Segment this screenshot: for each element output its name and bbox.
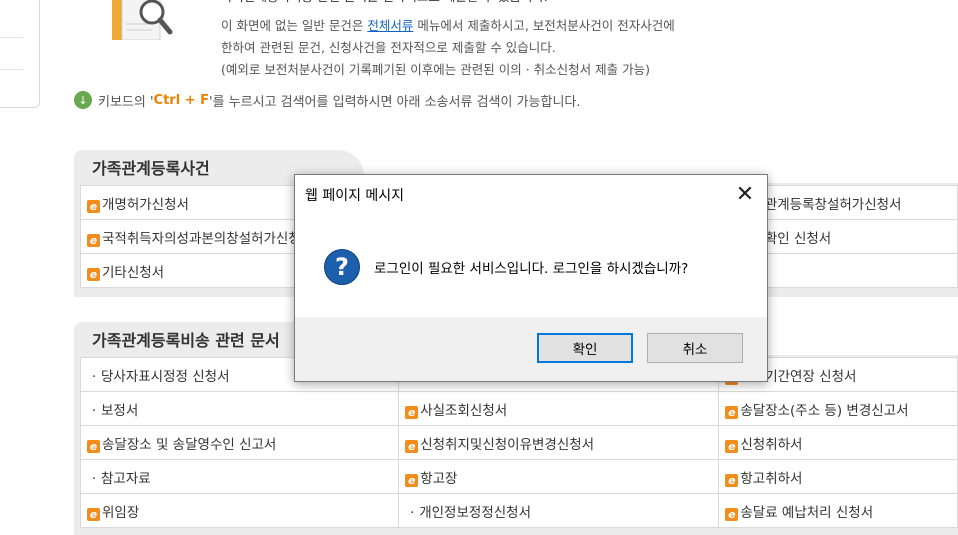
hint-key: Ctrl + F xyxy=(153,92,209,108)
dialog-title: 웹 페이지 메시지 xyxy=(305,188,405,204)
form-link[interactable]: 신청취하서 xyxy=(740,437,802,453)
section-family-registration-title: 가족관계등록사건 xyxy=(92,159,210,178)
form-link[interactable]: 개인정보정정신청서 xyxy=(419,505,531,521)
bullet-icon: · xyxy=(410,504,415,521)
form-link[interactable]: 참고자료 xyxy=(101,471,151,487)
table-row: · 보정서 e 사실조회신청서 e 송달장소(주소 등) 변경신고서 xyxy=(79,391,958,426)
form-cell[interactable]: · 보정서 xyxy=(79,391,400,426)
side-panel xyxy=(0,0,40,108)
table-row: e 송달장소 및 송달영수인 신고서 e 신청취지및신청이유변경신청서 e 신청취하서 xyxy=(79,425,958,460)
form-link[interactable]: 항고장 xyxy=(420,471,457,487)
form-link[interactable]: 보정서 xyxy=(101,403,138,419)
form-icon: e xyxy=(87,439,100,453)
form-link[interactable]: 사실조회신청서 xyxy=(420,403,507,419)
form-cell[interactable]: · 참고자료 xyxy=(79,459,400,494)
form-link[interactable]: 국적취득자의성과본의창설허가신청서 xyxy=(102,231,313,247)
form-icon: e xyxy=(405,405,419,419)
notice-line-2: 한하여 관련된 문건, 신청사건을 전자적으로 제출할 수 있습니다. xyxy=(221,40,556,55)
nonlitigation-table: ·당사자표시정정 신청서e보정기간연장 신청서·보정서e사실조회신청서e송달장소… xyxy=(79,357,958,528)
form-cell[interactable]: e 항고장 xyxy=(398,459,720,494)
hint-before: 키보드의 ' xyxy=(98,94,154,110)
form-cell[interactable]: e 송달장소(주소 등) 변경신고서 xyxy=(718,391,958,426)
form-link[interactable]: 송달장소 및 송달영수인 신고서 xyxy=(102,437,276,453)
hint-after: '를 누르시고 검색어를 입력하시면 아래 소송서류 검색이 가능합니다. xyxy=(209,94,581,110)
section-nonlitigation-title: 가족관계등록비송 관련 문서 xyxy=(92,331,280,350)
form-link[interactable]: 기타신청서 xyxy=(102,265,164,281)
bullet-icon: · xyxy=(91,402,97,419)
notice-line-1: 이 화면에 없는 일반 문건은 전체서류 메뉴에서 제출하시고, 보전처분사건이… xyxy=(221,15,675,37)
form-cell[interactable]: e 신청취지및신청이유변경신청서 xyxy=(398,425,720,460)
confirm-button[interactable]: 확인 xyxy=(537,333,633,363)
form-icon: e xyxy=(405,473,419,487)
all-documents-link[interactable]: 전체서류 xyxy=(367,18,413,33)
form-link[interactable]: 당사자표시정정 신청서 xyxy=(101,369,230,385)
notice-line-1-after: 메뉴에서 제출하시고, 보전처분사건이 전자사건에 xyxy=(413,18,675,33)
form-link[interactable]: 송달료 예납처리 신청서 xyxy=(740,505,873,521)
form-icon: e xyxy=(87,507,100,521)
form-icon: e xyxy=(725,473,739,487)
form-cell[interactable]: e 사실조회신청서 xyxy=(398,391,720,426)
table-row: · 참고자료 e 항고장 e 항고취하서 xyxy=(79,459,958,494)
form-cell[interactable]: e 신청취하서 xyxy=(718,425,958,460)
form-icon: e xyxy=(725,439,739,453)
form-cell[interactable]: e 항고취하서 xyxy=(718,459,958,494)
form-link[interactable]: 송달장소(주소 등) 변경신고서 xyxy=(740,403,908,419)
dialog-message: 로그인이 필요한 서비스입니다. 로그인을 하시겠습니까? xyxy=(374,261,689,277)
form-link[interactable]: 위임장 xyxy=(102,505,139,521)
form-cell[interactable]: e 송달장소 및 송달영수인 신고서 xyxy=(79,425,400,460)
table-row: e 위임장 · 개인정보정정신청서 e 송달료 예납처리 신청서 xyxy=(79,493,958,528)
form-link[interactable]: 신청취지및신청이유변경신청서 xyxy=(420,437,594,453)
form-icon: e xyxy=(87,199,100,213)
form-link[interactable]: 개명허가신청서 xyxy=(102,197,189,213)
bullet-icon: · xyxy=(91,470,97,487)
form-cell[interactable]: · 개인정보정정신청서 xyxy=(398,493,720,528)
bullet-icon: · xyxy=(91,368,97,385)
form-icon: e xyxy=(725,507,739,521)
form-icon: e xyxy=(87,267,100,281)
form-cell[interactable]: e 위임장 xyxy=(79,493,400,528)
cancel-button[interactable]: 취소 xyxy=(647,333,743,363)
notice-line-0: 가족관계등록비송 관련 문서를 전자적으로 제출할 수 있습니다. xyxy=(221,0,548,8)
notice-line-1-before: 이 화면에 없는 일반 문건은 xyxy=(221,18,368,33)
close-icon[interactable]: ✕ xyxy=(727,179,763,209)
download-arrow-icon: ↓ xyxy=(74,91,92,109)
form-icon: e xyxy=(725,405,739,419)
notice-line-3: (예외로 보전처분사건이 기록폐기된 이후에는 관련된 이의 · 취소신청서 제… xyxy=(221,62,650,77)
web-page-message-dialog: 웹 페이지 메시지 ✕ ? 로그인이 필요한 서비스입니다. 로그인을 하시겠습… xyxy=(294,174,768,382)
form-cell[interactable]: e 송달료 예납처리 신청서 xyxy=(718,493,958,528)
search-hint: ↓ 키보드의 ' Ctrl + F '를 누르시고 검색어를 입력하시면 아래 소송… xyxy=(74,89,581,111)
form-icon: e xyxy=(405,439,419,453)
question-icon: ? xyxy=(324,249,360,285)
form-link[interactable]: 항고취하서 xyxy=(740,471,802,487)
document-search-illustration xyxy=(112,0,173,40)
dialog-footer: 확인 취소 xyxy=(295,317,767,381)
form-icon: e xyxy=(87,233,100,247)
